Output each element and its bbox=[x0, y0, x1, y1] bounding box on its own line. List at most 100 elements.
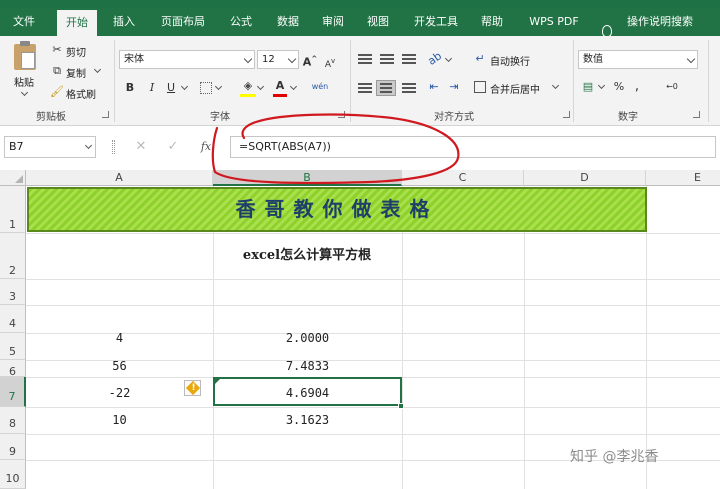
format-painter-button[interactable]: 格式刷 bbox=[66, 86, 96, 101]
font-size-select[interactable]: 12 bbox=[257, 50, 299, 69]
cell-a8[interactable]: 10 bbox=[26, 413, 213, 427]
row-header-3[interactable]: 3 bbox=[0, 279, 26, 305]
orientation-icon[interactable]: ab bbox=[423, 47, 447, 70]
font-color-dropdown-icon[interactable] bbox=[289, 82, 298, 91]
tab-review[interactable]: 审阅 bbox=[313, 8, 353, 36]
enter-check-icon[interactable]: ✓ bbox=[166, 139, 180, 155]
number-group-label: 数字 bbox=[618, 112, 638, 123]
increase-indent-icon[interactable]: ⇥ bbox=[446, 79, 462, 95]
cell-a5[interactable]: 4 bbox=[26, 331, 213, 345]
cell-b6[interactable]: 7.4833 bbox=[213, 359, 402, 373]
number-format-select[interactable]: 数值 bbox=[578, 50, 698, 69]
increase-decimal-icon[interactable]: ←0 bbox=[663, 79, 681, 95]
copy-icon[interactable]: ⧉ bbox=[50, 63, 64, 79]
border-dropdown-icon[interactable] bbox=[214, 82, 223, 91]
column-header-c[interactable]: C bbox=[402, 170, 524, 186]
chevron-down-icon bbox=[686, 54, 696, 64]
italic-button[interactable]: I bbox=[145, 80, 159, 96]
cut-button[interactable]: 剪切 bbox=[66, 44, 86, 59]
ribbon-tabs: 文件 开始 插入 页面布局 公式 数据 审阅 视图 开发工具 帮助 WPS PD… bbox=[0, 8, 720, 37]
row-header-1[interactable]: 1 bbox=[0, 186, 26, 233]
shrink-font-button[interactable]: Av bbox=[322, 53, 338, 73]
cancel-icon[interactable]: ✕ bbox=[134, 139, 148, 155]
alignment-launcher-icon[interactable] bbox=[563, 111, 570, 118]
copy-dropdown-icon[interactable] bbox=[93, 65, 102, 74]
merge-center-button[interactable]: 合并后居中 bbox=[490, 81, 540, 96]
name-box[interactable]: B7 bbox=[4, 136, 96, 158]
column-header-d[interactable]: D bbox=[524, 170, 646, 186]
watermark: 知乎 @李兆香 bbox=[570, 449, 659, 465]
paste-icon[interactable] bbox=[14, 41, 36, 70]
merge-icon[interactable] bbox=[474, 81, 486, 93]
wrap-text-icon[interactable]: ↵ bbox=[473, 51, 487, 67]
tab-view[interactable]: 视图 bbox=[358, 8, 398, 36]
formula-bar: B7 ✕ ✓ fx =SQRT(ABS(A7)) bbox=[0, 126, 720, 170]
comma-style-button[interactable]: , bbox=[632, 79, 642, 95]
format-painter-icon[interactable]: 🖌 bbox=[50, 84, 64, 100]
font-launcher-icon[interactable] bbox=[338, 111, 345, 118]
column-header-e[interactable]: E bbox=[646, 170, 720, 186]
select-all-corner[interactable] bbox=[0, 170, 26, 186]
column-header-a[interactable]: A bbox=[26, 170, 213, 186]
chevron-down-icon bbox=[287, 54, 297, 64]
alignment-group-label: 对齐方式 bbox=[434, 112, 474, 123]
currency-icon[interactable]: ▤ bbox=[580, 79, 596, 95]
tab-home[interactable]: 开始 bbox=[57, 10, 97, 36]
bold-button[interactable]: B bbox=[123, 80, 137, 96]
tab-formulas[interactable]: 公式 bbox=[221, 8, 261, 36]
align-top-buttons[interactable] bbox=[358, 54, 418, 66]
scissors-icon[interactable]: ✂ bbox=[50, 42, 64, 58]
excel-window: 文件 开始 插入 页面布局 公式 数据 审阅 视图 开发工具 帮助 WPS PD… bbox=[0, 0, 720, 489]
row-header-5[interactable]: 5 bbox=[0, 333, 26, 360]
splitter-handle[interactable] bbox=[112, 140, 115, 154]
fill-color-icon[interactable]: ◈ bbox=[240, 78, 256, 94]
border-icon[interactable] bbox=[200, 82, 212, 94]
align-horizontal-buttons[interactable] bbox=[356, 80, 422, 96]
heading-cell[interactable]: excel怎么计算平方根 bbox=[213, 244, 401, 263]
grow-font-button[interactable]: A^ bbox=[302, 51, 318, 71]
title-bar bbox=[0, 0, 720, 8]
wrap-text-button[interactable]: 自动换行 bbox=[490, 53, 530, 68]
formula-input[interactable]: =SQRT(ABS(A7)) bbox=[230, 136, 716, 158]
currency-dropdown-icon[interactable] bbox=[597, 81, 606, 90]
number-launcher-icon[interactable] bbox=[693, 111, 700, 118]
column-header-b[interactable]: B bbox=[213, 170, 402, 186]
cell-a6[interactable]: 56 bbox=[26, 359, 213, 373]
tab-insert[interactable]: 插入 bbox=[104, 8, 144, 36]
underline-button[interactable]: U bbox=[164, 80, 178, 96]
font-color-icon[interactable]: A bbox=[273, 78, 287, 94]
row-header-6[interactable]: 6 bbox=[0, 360, 26, 378]
tab-help[interactable]: 帮助 bbox=[472, 8, 512, 36]
clipboard-launcher-icon[interactable] bbox=[102, 111, 109, 118]
tab-developer[interactable]: 开发工具 bbox=[405, 8, 467, 36]
insert-function-button[interactable]: fx bbox=[198, 139, 214, 155]
phonetic-icon[interactable]: wén bbox=[310, 79, 330, 95]
tell-me-search[interactable]: 操作说明搜索 bbox=[620, 8, 700, 36]
paste-button[interactable]: 粘贴 bbox=[14, 74, 34, 89]
merge-dropdown-icon[interactable] bbox=[551, 81, 560, 90]
percent-button[interactable]: % bbox=[612, 79, 626, 95]
row-header-8[interactable]: 8 bbox=[0, 407, 26, 434]
copy-button[interactable]: 复制 bbox=[66, 65, 86, 80]
row-header-9[interactable]: 9 bbox=[0, 434, 26, 460]
row-header-2[interactable]: 2 bbox=[0, 233, 26, 279]
row-header-7[interactable]: 7 bbox=[0, 377, 26, 407]
underline-dropdown-icon[interactable] bbox=[180, 82, 189, 91]
cell-b8[interactable]: 3.1623 bbox=[213, 413, 402, 427]
warning-icon[interactable]: ! bbox=[184, 380, 201, 396]
tab-wps-pdf[interactable]: WPS PDF bbox=[522, 8, 586, 36]
fill-dropdown-icon[interactable] bbox=[256, 82, 265, 91]
paste-dropdown-icon[interactable] bbox=[20, 88, 29, 97]
tab-data[interactable]: 数据 bbox=[268, 8, 308, 36]
tab-file[interactable]: 文件 bbox=[4, 8, 44, 36]
font-group-label: 字体 bbox=[210, 112, 230, 123]
decrease-indent-icon[interactable]: ⇤ bbox=[426, 79, 442, 95]
row-header-10[interactable]: 10 bbox=[0, 460, 26, 489]
tab-page-layout[interactable]: 页面布局 bbox=[152, 8, 214, 36]
font-name-select[interactable]: 宋体 bbox=[119, 50, 255, 69]
row-header-4[interactable]: 4 bbox=[0, 305, 26, 333]
cell-b5[interactable]: 2.0000 bbox=[213, 331, 402, 345]
banner-cell[interactable]: 香哥教你做表格 bbox=[27, 187, 647, 232]
chevron-down-icon[interactable] bbox=[84, 141, 93, 150]
fill-handle[interactable] bbox=[398, 403, 404, 409]
